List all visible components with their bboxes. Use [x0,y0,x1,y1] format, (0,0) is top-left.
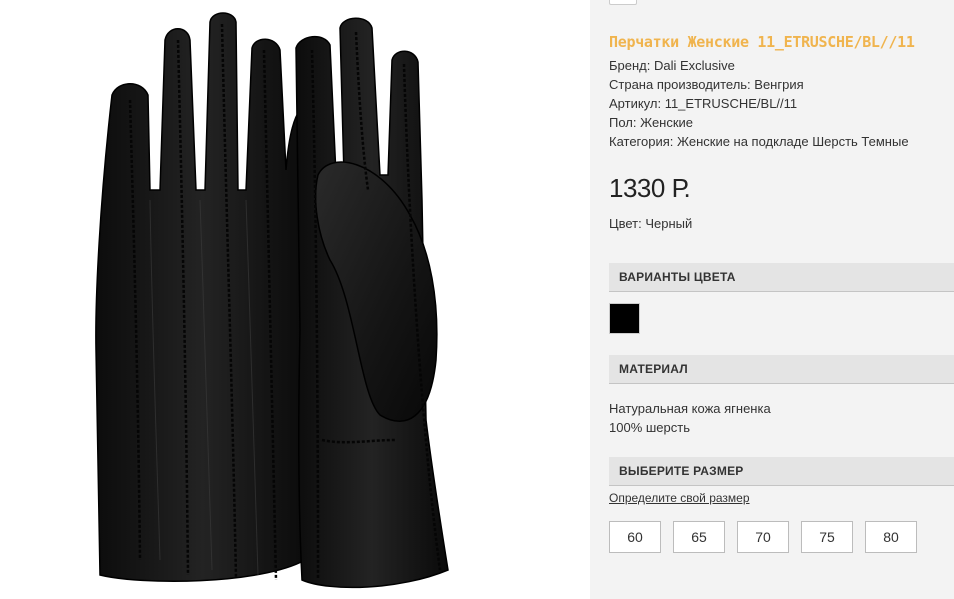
category-line: Категория: Женские на подкладе Шерсть Те… [609,134,909,149]
product-title: Перчатки Женские 11_ETRUSCHE/BL//11 [609,33,915,51]
size-header: ВЫБЕРИТЕ РАЗМЕР [609,457,954,486]
color-variants-header-label: ВАРИАНТЫ ЦВЕТА [619,270,736,284]
gallery-thumbnail[interactable] [609,0,637,5]
gender-line: Пол: Женские [609,115,694,130]
size-option-65[interactable]: 65 [673,521,725,553]
color-variants-header: ВАРИАНТЫ ЦВЕТА [609,263,954,292]
material-line: Натуральная кожа ягненка [609,401,771,416]
material-header: МАТЕРИАЛ [609,355,954,384]
size-guide-link[interactable]: Определите свой размер [609,491,750,505]
size-option-80[interactable]: 80 [865,521,917,553]
brand-line: Бренд: Dali Exclusive [609,58,735,73]
material-header-label: МАТЕРИАЛ [619,362,688,376]
product-price: 1330 Р. [609,173,691,203]
size-option-75[interactable]: 75 [801,521,853,553]
color-swatch-black[interactable] [609,303,640,334]
color-line: Цвет: Черный [609,216,693,231]
product-image-gloves[interactable] [0,0,590,599]
size-header-label: ВЫБЕРИТЕ РАЗМЕР [619,464,744,478]
country-line: Страна производитель: Венгрия [609,77,804,92]
size-option-70[interactable]: 70 [737,521,789,553]
product-details-panel: Перчатки Женские 11_ETRUSCHE/BL//11 Брен… [590,0,954,599]
product-image-area [0,0,590,599]
material-line: 100% шерсть [609,420,690,435]
article-line: Артикул: 11_ETRUSCHE/BL//11 [609,96,798,111]
size-option-60[interactable]: 60 [609,521,661,553]
